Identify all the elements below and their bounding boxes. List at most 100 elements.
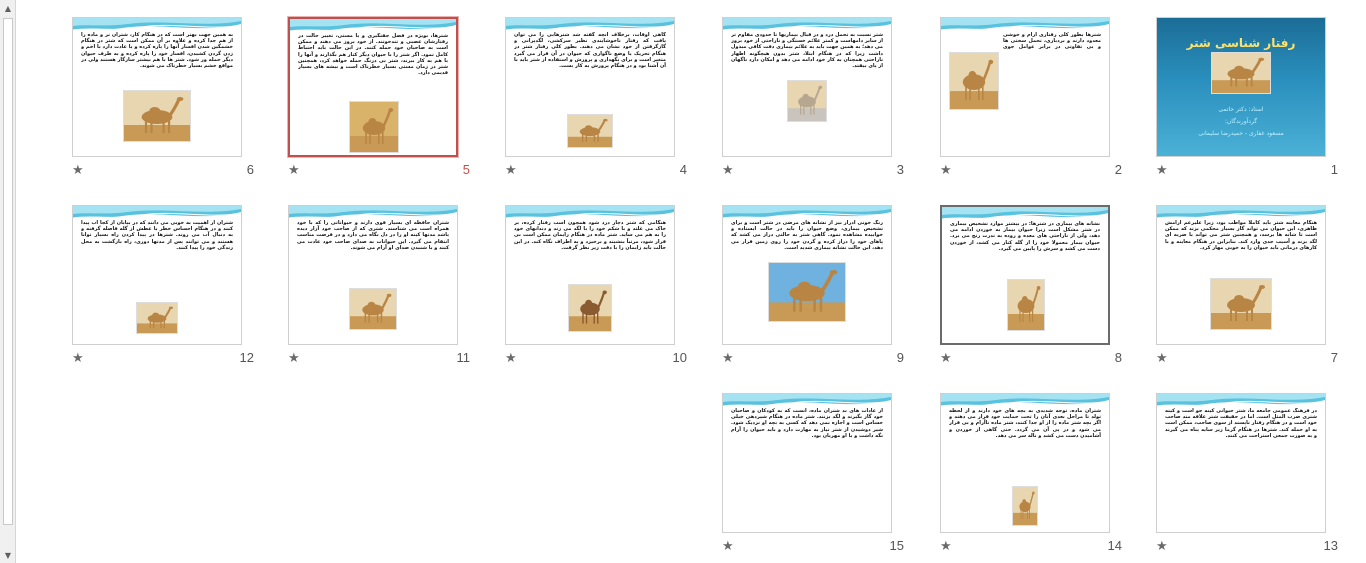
slide-body-text: هنگامی که شتر دچار درد شود همچون اسب رفت…	[514, 220, 666, 251]
transition-star-icon[interactable]: ★	[722, 539, 734, 554]
transition-star-icon[interactable]: ★	[940, 351, 952, 366]
transition-star-icon[interactable]: ★	[505, 163, 517, 178]
slide-preview[interactable]: هنگامی که شتر دچار درد شود همچون اسب رفت…	[505, 205, 675, 345]
camel-young-image	[1007, 279, 1045, 331]
slide-number: 7	[1330, 350, 1338, 365]
slide-thumbnail-15[interactable]: از عادات های بد شتران ماده، آنست که به ک…	[722, 393, 904, 557]
title-slide-subtitle: گردآورندگان:	[1224, 118, 1258, 125]
slide-grid: رفتار شناسی شتر استاد: دکتر حاتمی گردآورند…	[16, 0, 1366, 563]
slide-body-text: نشانه های بیماری در شترها: در بیشتر موار…	[950, 221, 1100, 252]
slide-preview[interactable]: نشانه های بیماری در شترها: در بیشتر موار…	[940, 205, 1110, 345]
transition-star-icon[interactable]: ★	[72, 351, 84, 366]
slide-body-text: شترها بطور کلی رفتاری آرام و خوشی معدود …	[1003, 32, 1101, 50]
slide-preview[interactable]: شتران ار اهمیت به خوبی می دانند که در بی…	[72, 205, 242, 345]
transition-star-icon[interactable]: ★	[940, 163, 952, 178]
transition-star-icon[interactable]: ★	[722, 163, 734, 178]
camel-brown-image	[568, 284, 612, 332]
scroll-up-icon[interactable]: ▲	[0, 0, 16, 16]
slide-body-text: به همین جهت بهتر است که در هنگام کار، شت…	[81, 32, 233, 70]
slide-meta: ★ 3	[722, 157, 904, 181]
slide-number: 14	[1107, 538, 1122, 553]
slide-meta: ★ 11	[288, 345, 470, 369]
transition-star-icon[interactable]: ★	[1156, 351, 1168, 366]
slide-preview[interactable]: گاهی اوقات، برخلاف آنچه گفته شد شترهایی …	[505, 17, 675, 157]
slide-preview[interactable]: شتر نسبت به تحمل درد و در قبال بیماریها …	[722, 17, 892, 157]
slide-thumbnail-6[interactable]: به همین جهت بهتر است که در هنگام کار، شت…	[72, 17, 254, 181]
camel-mother-image	[1012, 486, 1038, 526]
slide-thumbnail-4[interactable]: گاهی اوقات، برخلاف آنچه گفته شد شترهایی …	[505, 17, 687, 181]
slide-body-text: شتران ار اهمیت به خوبی می دانند که در بی…	[81, 220, 233, 251]
camel-sky-image	[768, 262, 846, 322]
slide-thumbnail-12[interactable]: شتران ار اهمیت به خوبی می دانند که در بی…	[72, 205, 254, 369]
camels-group-image	[567, 114, 613, 148]
slide-preview[interactable]: رنگ خونی ادرار نیز از نشانه های مرضی در …	[722, 205, 892, 345]
slide-thumbnail-10[interactable]: هنگامی که شتر دچار درد شود همچون اسب رفت…	[505, 205, 687, 369]
slide-thumbnail-8[interactable]: نشانه های بیماری در شترها: در بیشتر موار…	[940, 205, 1122, 369]
camel-closeup-image	[349, 288, 397, 330]
slide-number: 9	[896, 350, 904, 365]
slide-sorter-window: ▲ ▼ رفتار شناسی شتر استاد: دکتر حاتمی گردآ…	[0, 0, 1366, 563]
camel-grey-image	[787, 80, 827, 122]
slide-meta: ★ 1	[1156, 157, 1338, 181]
slide-thumbnail-13[interactable]: در فرهنگ عمومی جامعه ما، شتر حیوانی کینه…	[1156, 393, 1338, 557]
camel-desert-image	[349, 101, 399, 153]
slide-number: 3	[896, 162, 904, 177]
transition-star-icon[interactable]: ★	[1156, 163, 1168, 178]
slide-meta: ★ 15	[722, 533, 904, 557]
transition-star-icon[interactable]: ★	[722, 351, 734, 366]
scroll-down-icon[interactable]: ▼	[0, 547, 16, 563]
slide-preview[interactable]: شترها، بویژه در فصل جفتگیری و یا مستی، ت…	[288, 17, 458, 157]
slide-thumbnail-5[interactable]: شترها، بویژه در فصل جفتگیری و یا مستی، ت…	[288, 17, 470, 181]
camel-smile-image	[1210, 278, 1272, 330]
slide-preview[interactable]: هنگام معاینه شتر باید کاملا مواظب بود، ز…	[1156, 205, 1326, 345]
slide-number: 11	[456, 350, 471, 365]
slide-preview[interactable]: شترها بطور کلی رفتاری آرام و خوشی معدود …	[940, 17, 1110, 157]
slide-number: 15	[889, 538, 904, 553]
slide-thumbnail-14[interactable]: شتران ماده، توجه شدیدی به بچه های خود دا…	[940, 393, 1122, 557]
slide-body-text: شتران حافظه ای بسیار قوی دارند و حیوانات…	[297, 220, 449, 251]
slide-number: 4	[679, 162, 687, 177]
slide-meta: ★ 5	[288, 157, 470, 181]
slide-number: 2	[1114, 162, 1122, 177]
transition-star-icon[interactable]: ★	[288, 351, 300, 366]
slide-number: 8	[1114, 350, 1122, 365]
slide-number: 13	[1323, 538, 1338, 553]
scrollbar-thumb[interactable]	[3, 18, 13, 525]
slide-meta: ★ 10	[505, 345, 687, 369]
slide-thumbnail-1[interactable]: رفتار شناسی شتر استاد: دکتر حاتمی گردآورند…	[1156, 17, 1338, 181]
slide-meta: ★ 13	[1156, 533, 1338, 557]
slide-preview[interactable]: در فرهنگ عمومی جامعه ما، شتر حیوانی کینه…	[1156, 393, 1326, 533]
transition-star-icon[interactable]: ★	[940, 539, 952, 554]
slide-number: 10	[672, 350, 687, 365]
transition-star-icon[interactable]: ★	[505, 351, 517, 366]
slide-meta: ★ 8	[940, 345, 1122, 369]
slide-preview[interactable]: به همین جهت بهتر است که در هنگام کار، شت…	[72, 17, 242, 157]
slide-body-text: شتران ماده، توجه شدیدی به بچه های خود دا…	[949, 408, 1101, 439]
transition-star-icon[interactable]: ★	[288, 163, 300, 178]
slide-preview[interactable]: از عادات های بد شتران ماده، آنست که به ک…	[722, 393, 892, 533]
slide-preview[interactable]: شتران ماده، توجه شدیدی به بچه های خود دا…	[940, 393, 1110, 533]
title-slide-background: رفتار شناسی شتر استاد: دکتر حاتمی گردآورند…	[1157, 18, 1325, 156]
title-slide-subtitle: مسعود غفاری - حمیدرضا سلیمانی	[1198, 130, 1284, 137]
transition-star-icon[interactable]: ★	[1156, 539, 1168, 554]
camel-face-image	[1211, 52, 1271, 94]
slide-number: 5	[462, 162, 470, 177]
slide-body-text: گاهی اوقات، برخلاف آنچه گفته شد شترهایی …	[514, 32, 666, 70]
slide-thumbnail-11[interactable]: شتران حافظه ای بسیار قوی دارند و حیوانات…	[288, 205, 470, 369]
slide-body-text: شتر نسبت به تحمل درد و در قبال بیماریها …	[731, 32, 883, 70]
slide-meta: ★ 4	[505, 157, 687, 181]
slide-number: 6	[246, 162, 254, 177]
camel-lying-image	[123, 90, 191, 142]
slide-thumbnail-2[interactable]: شترها بطور کلی رفتاری آرام و خوشی معدود …	[940, 17, 1122, 181]
slide-preview[interactable]: رفتار شناسی شتر استاد: دکتر حاتمی گردآورند…	[1156, 17, 1326, 157]
slide-thumbnail-3[interactable]: شتر نسبت به تحمل درد و در قبال بیماریها …	[722, 17, 904, 181]
slide-thumbnail-7[interactable]: هنگام معاینه شتر باید کاملا مواظب بود، ز…	[1156, 205, 1338, 369]
slide-thumbnail-9[interactable]: رنگ خونی ادرار نیز از نشانه های مرضی در …	[722, 205, 904, 369]
title-slide-subtitle: استاد: دکتر حاتمی	[1218, 106, 1264, 113]
slide-body-text: رنگ خونی ادرار نیز از نشانه های مرضی در …	[731, 220, 883, 251]
vertical-scrollbar[interactable]: ▲ ▼	[0, 0, 16, 563]
slide-meta: ★ 6	[72, 157, 254, 181]
slide-meta: ★ 12	[72, 345, 254, 369]
slide-preview[interactable]: شتران حافظه ای بسیار قوی دارند و حیوانات…	[288, 205, 458, 345]
transition-star-icon[interactable]: ★	[72, 163, 84, 178]
